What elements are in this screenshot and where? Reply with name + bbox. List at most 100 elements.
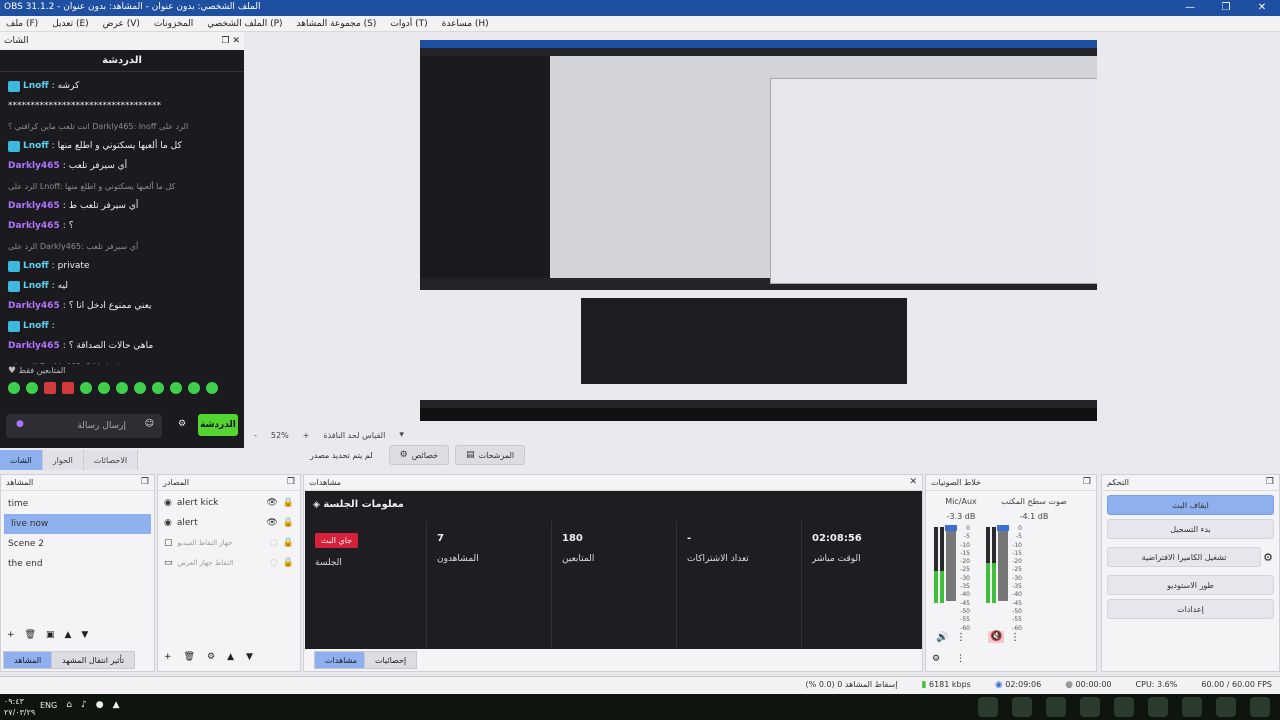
chat-send-button[interactable]: الدردشة (198, 414, 238, 436)
more-icon[interactable]: ⋮ (956, 633, 966, 643)
lock-icon[interactable]: 🔒 (283, 558, 294, 568)
app-icon[interactable] (1216, 697, 1236, 717)
volume-fader-desktop[interactable] (997, 525, 1009, 601)
gear-icon[interactable]: ⚙ (207, 653, 215, 662)
tab-scene-transitions[interactable]: تأثير انتقال المشهد (51, 651, 136, 669)
app-icon[interactable] (1012, 697, 1032, 717)
emoji-icon[interactable]: ☺ (145, 420, 154, 429)
tab-dialog[interactable]: الحوار (42, 450, 84, 470)
menu-file[interactable]: ملف (F) (6, 19, 38, 29)
move-up-icon[interactable]: ▲ (227, 653, 234, 662)
zoom-in-button[interactable]: + (303, 431, 310, 440)
chat-username[interactable]: Lnoff (23, 81, 49, 91)
chat-input[interactable]: ● إرسال رسالة ☺ (6, 414, 162, 438)
network-icon[interactable]: ⌂ (66, 701, 72, 710)
start-icon[interactable] (1250, 697, 1270, 717)
muted-speaker-icon[interactable]: 🔇 (988, 631, 1005, 643)
more-icon[interactable]: ⋮ (1010, 633, 1020, 643)
emote-icon[interactable] (26, 382, 38, 394)
scene-item[interactable]: the end (1, 554, 154, 574)
tab-chat[interactable]: الشات (0, 450, 43, 470)
lock-icon[interactable]: 🔒 (283, 498, 294, 508)
source-item[interactable]: ▢ جهاز التقاط الفيديو ◌ 🔒 (158, 533, 300, 553)
emote-icon[interactable] (44, 382, 56, 394)
settings-gear-icon[interactable]: ⚙ (178, 420, 186, 429)
mixer-settings-icon[interactable]: ⚙ (932, 655, 940, 664)
move-up-icon[interactable]: ▲ (65, 631, 72, 640)
tab-scenes[interactable]: المشاهد (3, 651, 53, 669)
emote-icon[interactable] (188, 382, 200, 394)
emote-icon[interactable] (152, 382, 164, 394)
tab-stats[interactable]: الاحصائات (83, 450, 139, 470)
add-icon[interactable]: + (164, 653, 172, 662)
virtual-camera-settings-icon[interactable]: ⚙ (1263, 552, 1273, 563)
app-icon[interactable] (1182, 697, 1202, 717)
source-item[interactable]: ◉ alert kick 👁 🔒 (158, 493, 300, 513)
lock-icon[interactable]: 🔒 (283, 538, 294, 548)
emote-icon[interactable] (170, 382, 182, 394)
emote-icon[interactable] (62, 382, 74, 394)
chat-username[interactable]: Darkly465 (8, 341, 60, 351)
properties-button[interactable]: ⚙ خصائص (388, 445, 450, 465)
chat-username[interactable]: Lnoff (23, 281, 49, 291)
app-obs-icon[interactable] (978, 697, 998, 717)
float-icon[interactable]: ❐ (287, 478, 295, 487)
chat-username[interactable]: Lnoff (23, 141, 49, 151)
emote-icon[interactable] (206, 382, 218, 394)
hidden-icon[interactable]: ◌ (270, 558, 278, 568)
more-icon[interactable]: ⋮ (956, 655, 965, 664)
emote-icon[interactable] (98, 382, 110, 394)
emote-icon[interactable] (134, 382, 146, 394)
chat-username[interactable]: Darkly465 (8, 201, 60, 211)
menu-help[interactable]: مساعدة (H) (442, 19, 489, 29)
mic-icon[interactable]: ● (16, 420, 24, 429)
chat-username[interactable]: Darkly465 (8, 221, 60, 231)
chat-username[interactable]: Lnoff (23, 261, 49, 271)
preview-canvas[interactable] (420, 40, 1097, 421)
menu-scene-collection[interactable]: مجموعة المشاهد (S) (297, 19, 377, 29)
float-icon[interactable]: ❐ (222, 37, 230, 46)
menu-docks[interactable]: المخزونات (154, 19, 193, 29)
minimize-button[interactable]: — (1172, 0, 1208, 16)
virtual-camera-button[interactable]: تشغيل الكاميرا الافتراضية (1107, 547, 1262, 567)
add-icon[interactable]: + (7, 631, 15, 640)
app-folder-icon[interactable] (1148, 697, 1168, 717)
close-icon[interactable]: ✕ (909, 478, 917, 487)
chevron-up-icon[interactable]: ▲ (113, 701, 120, 710)
clock[interactable]: ٠٩:٤٣ ٢٧/٠٣/٢٩ (4, 696, 35, 718)
move-down-icon[interactable]: ▼ (81, 631, 88, 640)
menu-profile[interactable]: الملف الشخصي (P) (207, 19, 282, 29)
float-icon[interactable]: ❐ (141, 478, 149, 487)
float-icon[interactable]: ❐ (1266, 478, 1274, 487)
eye-icon[interactable]: 👁 (266, 498, 277, 508)
move-down-icon[interactable]: ▼ (246, 653, 253, 662)
speaker-icon[interactable]: 🔊 (936, 633, 948, 643)
language-indicator[interactable]: ENG (40, 701, 57, 710)
tab-statistics[interactable]: إحصائيات (364, 651, 418, 669)
trash-icon[interactable]: 🗑 (25, 631, 36, 640)
filters-button[interactable]: ▤ المرشحات (455, 445, 526, 465)
float-icon[interactable]: ❐ (1083, 478, 1091, 487)
source-item[interactable]: ◉ alert 👁 🔒 (158, 513, 300, 533)
chevron-down-icon[interactable]: ▾ (399, 430, 404, 440)
close-icon[interactable]: ✕ (232, 37, 240, 46)
app-icon[interactable] (1046, 697, 1066, 717)
emote-icon[interactable] (116, 382, 128, 394)
volume-fader-mic[interactable] (945, 525, 957, 601)
menu-view[interactable]: عرض (V) (103, 19, 140, 29)
lock-icon[interactable]: 🔒 (283, 518, 294, 528)
emote-icon[interactable] (8, 382, 20, 394)
chat-messages[interactable]: Lnoff: كرشه ******************************… (0, 72, 244, 364)
chat-username[interactable]: Lnoff (23, 321, 49, 331)
stop-streaming-button[interactable]: ايقاف البث (1107, 495, 1274, 515)
chat-username[interactable]: Darkly465 (8, 301, 60, 311)
scene-item[interactable]: Scene 2 (1, 534, 154, 554)
menu-edit[interactable]: تعديل (E) (52, 19, 88, 29)
filter-icon[interactable]: ▣ (46, 631, 55, 640)
menu-tools[interactable]: أدوات (T) (390, 19, 427, 29)
scene-item[interactable]: time (1, 494, 154, 514)
trash-icon[interactable]: 🗑 (184, 653, 195, 662)
hidden-icon[interactable]: ◌ (270, 538, 278, 548)
zoom-fit-select[interactable]: القياس لحد النافذة (323, 431, 385, 440)
close-button[interactable]: ✕ (1244, 0, 1280, 16)
